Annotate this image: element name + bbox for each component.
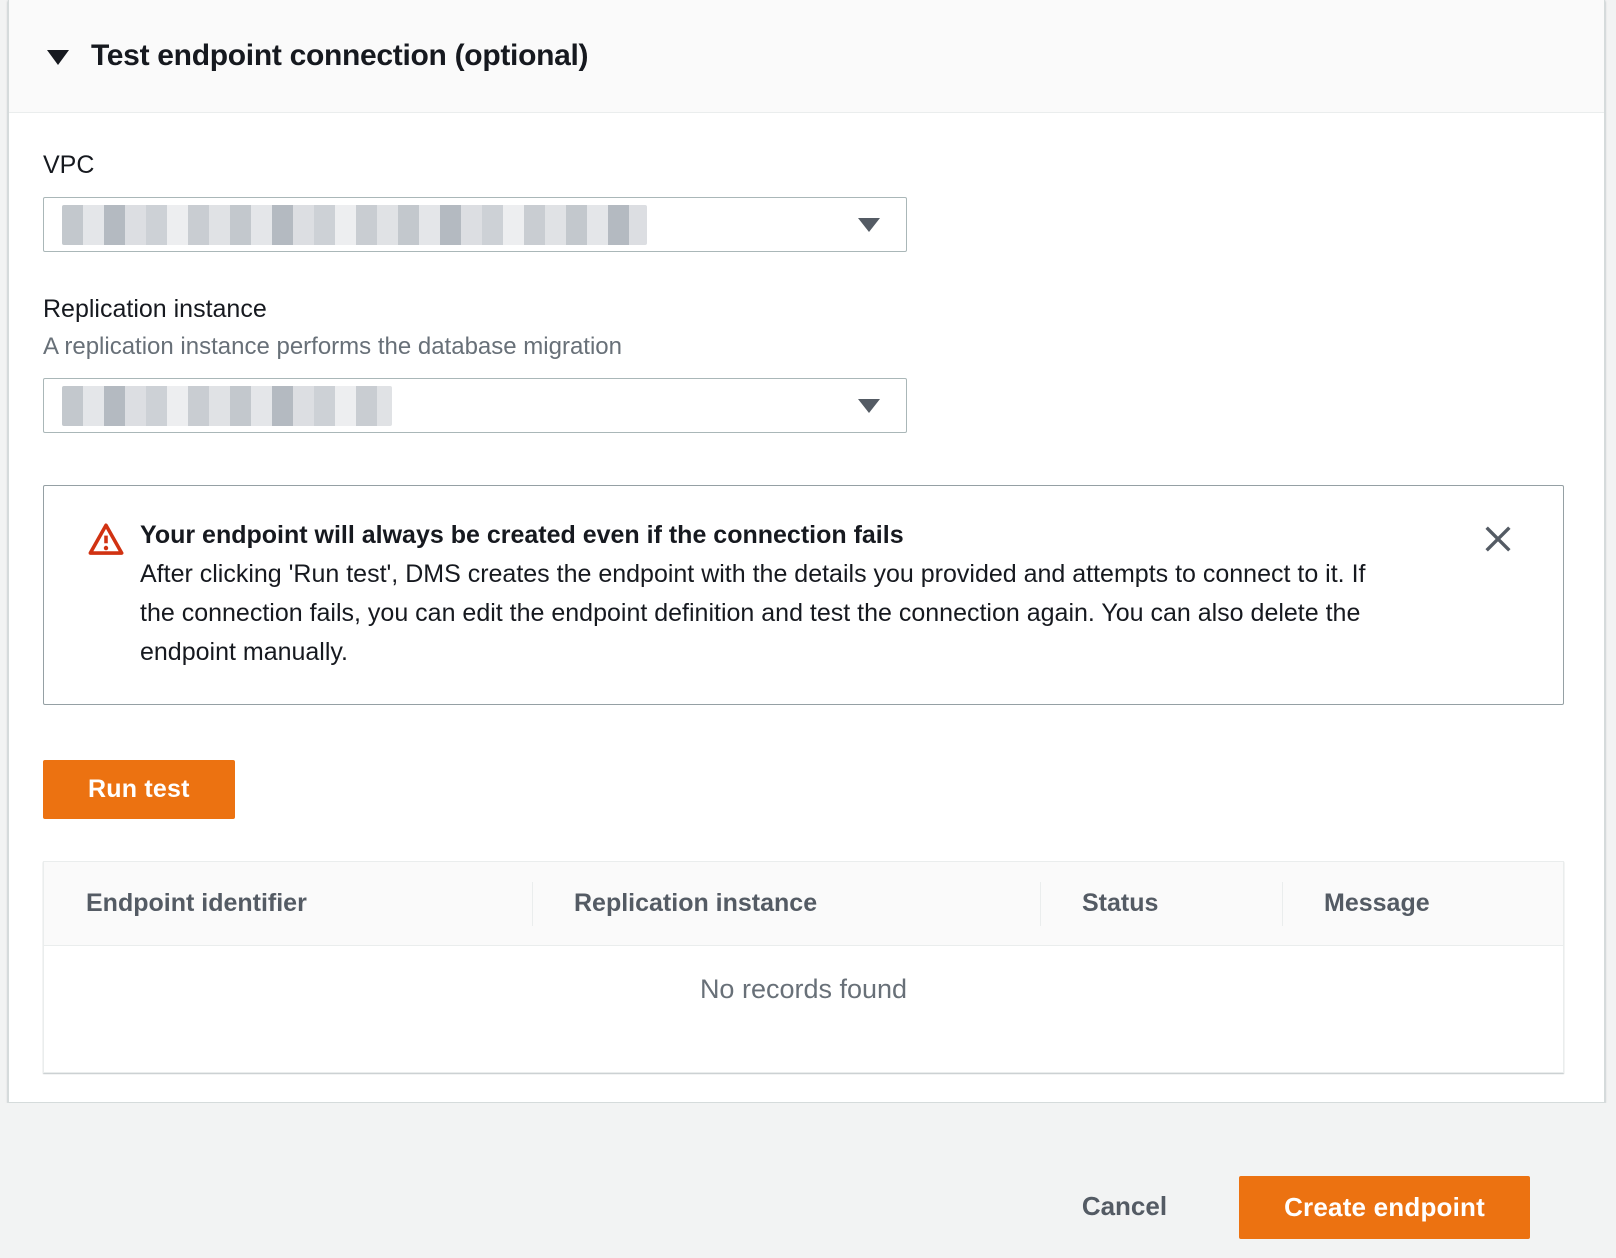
form-footer: Cancel Create endpoint: [0, 1103, 1616, 1258]
test-results-table: Endpoint identifier Replication instance…: [43, 861, 1564, 1073]
replication-instance-select-value-redacted: [62, 386, 392, 426]
section-title: Test endpoint connection (optional): [91, 39, 588, 73]
warning-triangle-icon: [88, 522, 124, 556]
column-header-replication-instance: Replication instance: [532, 862, 1040, 945]
create-endpoint-button[interactable]: Create endpoint: [1239, 1176, 1530, 1239]
column-header-message: Message: [1282, 862, 1563, 945]
table-empty-state: No records found: [44, 946, 1563, 1072]
vpc-caret-down-icon: [858, 218, 880, 232]
alert-body: After clicking 'Run test', DMS creates t…: [140, 555, 1405, 672]
section-content: VPC Replication instance A replication i…: [9, 113, 1604, 1073]
run-test-button[interactable]: Run test: [43, 760, 235, 819]
column-header-endpoint-identifier: Endpoint identifier: [44, 862, 532, 945]
section-header-toggle[interactable]: Test endpoint connection (optional): [9, 0, 1604, 113]
alert-close-button[interactable]: [1481, 522, 1515, 556]
replication-instance-label: Replication instance: [43, 295, 1604, 324]
test-endpoint-connection-panel: Test endpoint connection (optional) VPC …: [8, 0, 1605, 1103]
replication-instance-caret-down-icon: [858, 399, 880, 413]
vpc-label: VPC: [43, 151, 1604, 180]
alert-title: Your endpoint will always be created eve…: [140, 516, 1405, 555]
endpoint-warning-alert: Your endpoint will always be created eve…: [43, 485, 1564, 705]
close-icon: [1481, 522, 1515, 556]
table-header-row: Endpoint identifier Replication instance…: [44, 862, 1563, 946]
replication-instance-description: A replication instance performs the data…: [43, 333, 1604, 361]
vpc-select-value-redacted: [62, 205, 647, 245]
column-header-status: Status: [1040, 862, 1282, 945]
replication-instance-select[interactable]: [43, 378, 907, 433]
section-collapse-caret-icon: [47, 50, 69, 65]
cancel-button[interactable]: Cancel: [1072, 1176, 1177, 1237]
vpc-select[interactable]: [43, 197, 907, 252]
